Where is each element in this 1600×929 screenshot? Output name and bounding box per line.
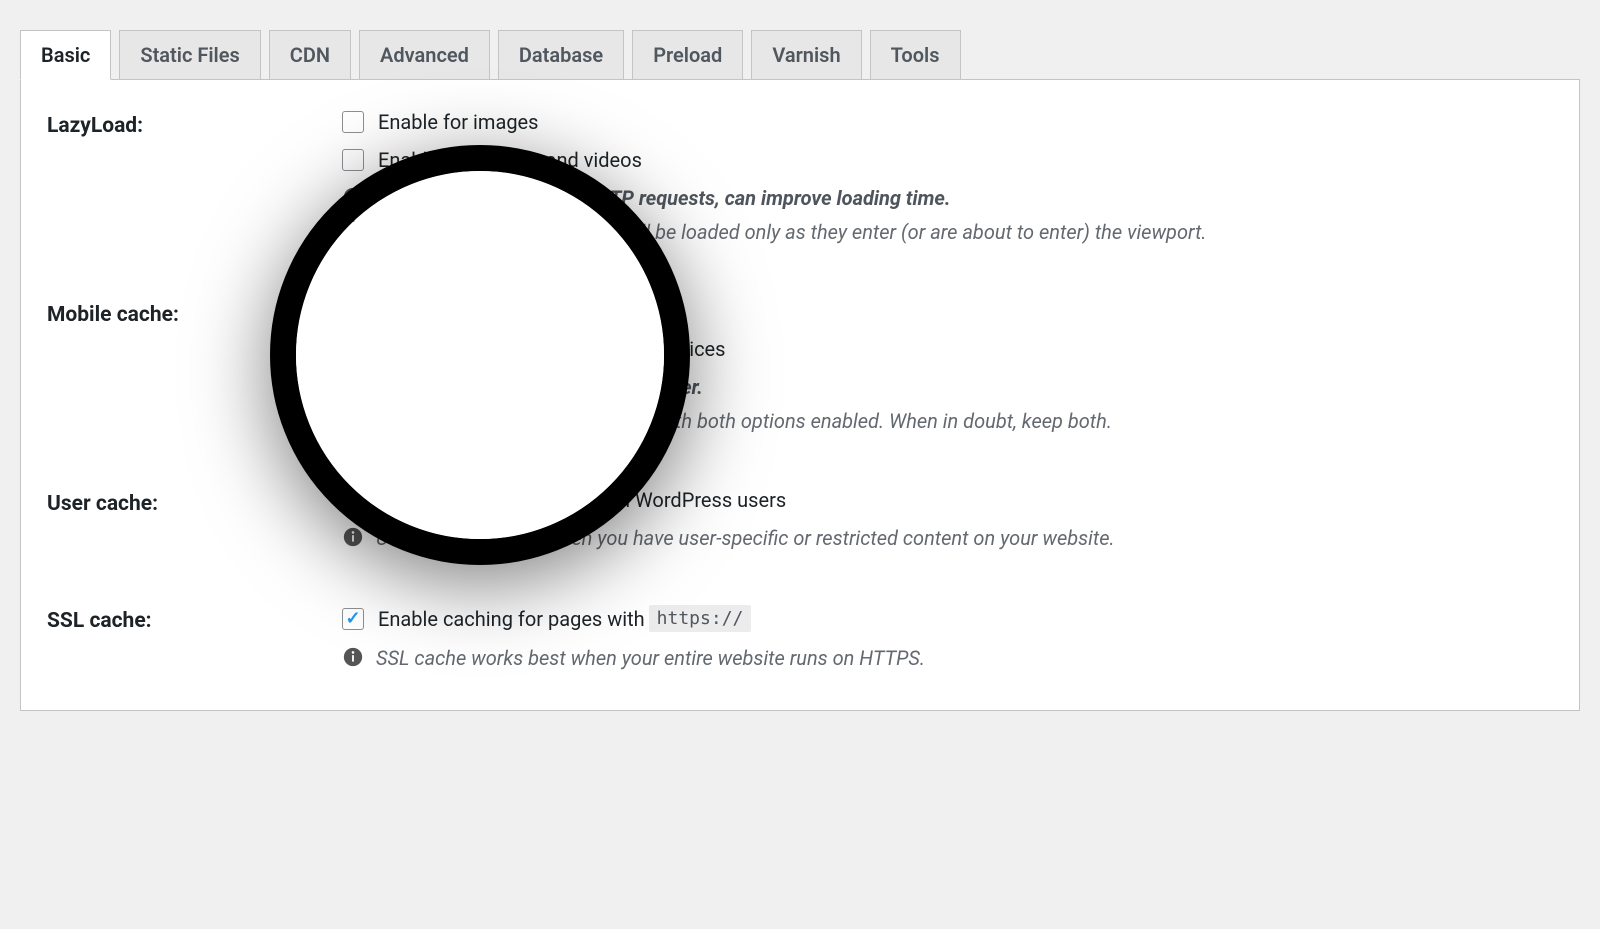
- tab-advanced[interactable]: Advanced: [359, 30, 490, 80]
- lazyload-info-note: Images, iframes, and videos will be load…: [342, 220, 1553, 244]
- tab-cdn[interactable]: CDN: [269, 30, 351, 80]
- info-icon: [342, 220, 364, 242]
- mobile-cache-label: Mobile cache:: [47, 299, 342, 327]
- info-icon: [342, 646, 364, 668]
- info-icon: [342, 409, 364, 431]
- tab-varnish[interactable]: Varnish: [751, 30, 861, 80]
- lazyload-perf-note: Reduces the number of HTTP requests, can…: [342, 186, 1553, 210]
- mobile-info-note: Most modern themes work best with both o…: [342, 409, 1553, 433]
- user-cache-enable-option[interactable]: Enable caching for logged-in WordPress u…: [342, 488, 1553, 512]
- checkbox-lazyload-images[interactable]: [342, 111, 364, 133]
- checkbox-mobile-separate[interactable]: [342, 338, 364, 360]
- tab-preload[interactable]: Preload: [632, 30, 743, 80]
- ssl-cache-label: SSL cache:: [47, 605, 342, 633]
- tab-static-files[interactable]: Static Files: [119, 30, 260, 80]
- tab-database[interactable]: Database: [498, 30, 624, 80]
- tab-basic[interactable]: Basic: [20, 30, 111, 80]
- mobile-cache-separate-option[interactable]: Separate cache files for mobile devices: [342, 337, 1553, 361]
- row-mobile-cache: Mobile cache: Enable caching for mobile …: [47, 299, 1553, 433]
- lazyload-iframes-option[interactable]: Enable for iframes and videos: [342, 148, 1553, 172]
- ssl-cache-enable-text: Enable caching for pages with: [378, 607, 645, 631]
- mobile-perf-note: Makes your website mobile friendlier.: [342, 375, 1553, 399]
- checkbox-user-enable[interactable]: [342, 489, 364, 511]
- lazyload-label: LazyLoad:: [47, 110, 342, 138]
- checkbox-ssl-enable[interactable]: [342, 608, 364, 630]
- lazyload-images-text: Enable for images: [378, 110, 539, 134]
- tab-tools[interactable]: Tools: [870, 30, 961, 80]
- lazyload-iframes-text: Enable for iframes and videos: [378, 148, 642, 172]
- row-ssl-cache: SSL cache: Enable caching for pages with…: [47, 605, 1553, 670]
- mobile-cache-separate-text: Separate cache files for mobile devices: [378, 337, 725, 361]
- ssl-cache-enable-option[interactable]: Enable caching for pages with https://: [342, 605, 1553, 632]
- dashboard-icon: [342, 375, 364, 397]
- checkbox-lazyload-iframes[interactable]: [342, 149, 364, 171]
- lazyload-images-option[interactable]: Enable for images: [342, 110, 1553, 134]
- user-cache-label: User cache:: [47, 488, 342, 516]
- mobile-cache-enable-option[interactable]: Enable caching for mobile devices: [342, 299, 1553, 323]
- https-badge: https://: [649, 605, 752, 632]
- ssl-info-note: SSL cache works best when your entire we…: [342, 646, 1553, 670]
- tab-row: Basic Static Files CDN Advanced Database…: [20, 30, 1580, 80]
- checkbox-mobile-enable[interactable]: [342, 300, 364, 322]
- mobile-cache-enable-text: Enable caching for mobile devices: [378, 299, 681, 323]
- dashboard-icon: [342, 186, 364, 208]
- row-user-cache: User cache: Enable caching for logged-in…: [47, 488, 1553, 550]
- user-info-note: User cache is great when you have user-s…: [342, 526, 1553, 550]
- settings-panel: LazyLoad: Enable for images Enable for i…: [20, 79, 1580, 711]
- info-icon: [342, 526, 364, 548]
- user-cache-enable-text: Enable caching for logged-in WordPress u…: [378, 488, 786, 512]
- row-lazyload: LazyLoad: Enable for images Enable for i…: [47, 110, 1553, 244]
